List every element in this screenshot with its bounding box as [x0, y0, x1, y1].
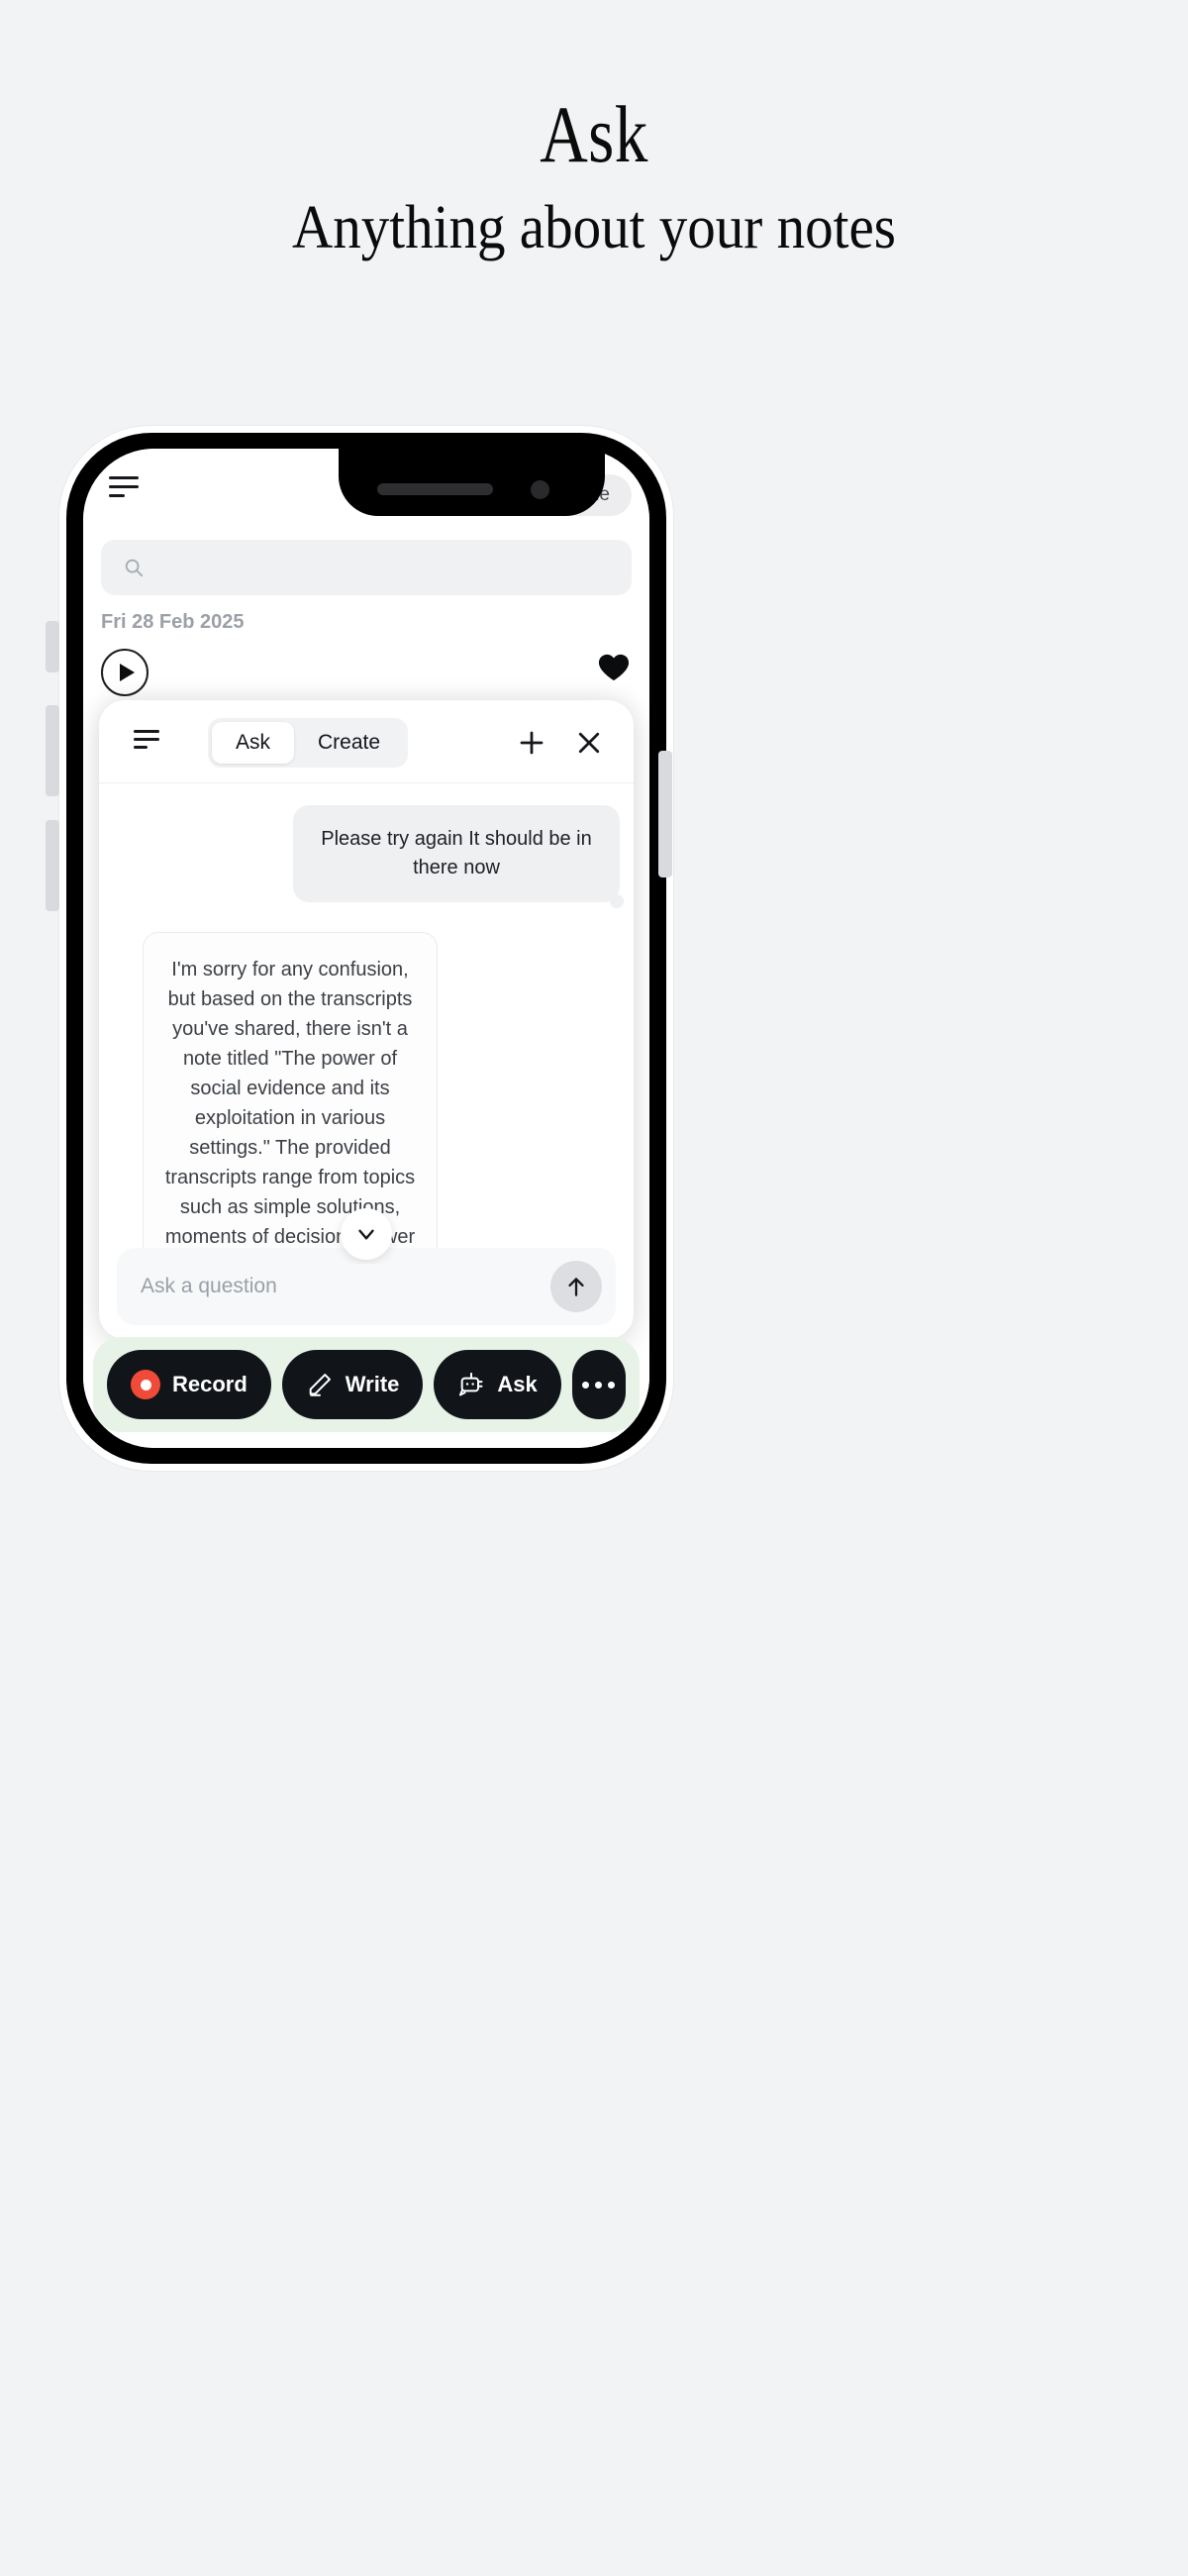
record-button-label: Record — [172, 1372, 248, 1396]
arrow-up-icon — [568, 1278, 584, 1296]
search-input[interactable] — [101, 540, 632, 595]
note-date: Fri 28 Feb 2025 — [101, 611, 245, 633]
ask-button-label: Ask — [497, 1372, 538, 1396]
write-button-label: Write — [345, 1372, 400, 1396]
phone-volume-up-button — [46, 705, 59, 796]
chevron-down-icon — [358, 1229, 374, 1240]
ask-create-tabs: Ask Create — [208, 718, 409, 768]
heart-filled-icon — [598, 654, 630, 681]
phone-power-button — [658, 751, 672, 877]
hero-heading-block: Ask Anything about your notes — [0, 87, 1188, 265]
record-button[interactable]: Record — [107, 1350, 271, 1419]
ask-button[interactable]: Ask — [434, 1350, 561, 1419]
search-icon — [125, 559, 144, 577]
record-dot-icon — [131, 1370, 160, 1399]
phone-volume-down-button — [46, 820, 59, 911]
history-menu-icon[interactable] — [134, 730, 159, 752]
favorite-button[interactable] — [594, 647, 634, 686]
ask-question-input[interactable]: Ask a question — [141, 1275, 550, 1298]
write-button[interactable]: Write — [281, 1350, 424, 1419]
more-options-button[interactable] — [571, 1350, 626, 1419]
chat-message-assistant: I'm sorry for any confusion, but based o… — [143, 932, 438, 1264]
ellipsis-icon — [582, 1381, 616, 1389]
scroll-to-bottom-button[interactable] — [341, 1208, 392, 1260]
chat-message-user-text: Please try again It should be in there n… — [321, 828, 592, 878]
ask-panel: Ask Create Please try again It should be… — [99, 700, 634, 1339]
pencil-icon — [309, 1374, 331, 1396]
bottom-action-dock: Record Write Ask — [93, 1337, 640, 1432]
robot-icon — [459, 1372, 483, 1396]
chat-message-user: Please try again It should be in there n… — [293, 805, 624, 908]
tab-ask-label: Ask — [236, 731, 271, 754]
tab-create[interactable]: Create — [294, 722, 404, 764]
phone-notch — [339, 443, 605, 516]
promo-screenshot: Ask Anything about your notes Upgrade — [0, 0, 1188, 2576]
chat-message-list[interactable]: Please try again It should be in there n… — [99, 783, 634, 1264]
page-subtitle: Anything about your notes — [292, 194, 896, 261]
app-viewport: Upgrade Fri 28 Feb 2025 — [83, 449, 649, 1448]
tab-create-label: Create — [318, 731, 381, 754]
send-button[interactable] — [550, 1261, 602, 1312]
phone-silent-switch — [46, 621, 59, 672]
play-icon — [119, 664, 135, 681]
page-title: Ask — [540, 89, 648, 179]
close-icon[interactable] — [574, 728, 604, 758]
tab-ask[interactable]: Ask — [212, 722, 295, 764]
plus-icon[interactable] — [517, 728, 546, 758]
play-button[interactable] — [101, 649, 148, 696]
phone-earpiece — [377, 483, 493, 495]
menu-icon[interactable] — [109, 476, 139, 500]
phone-screen: Upgrade Fri 28 Feb 2025 — [83, 449, 649, 1448]
phone-front-camera — [531, 480, 549, 499]
ask-panel-header: Ask Create — [99, 700, 634, 783]
